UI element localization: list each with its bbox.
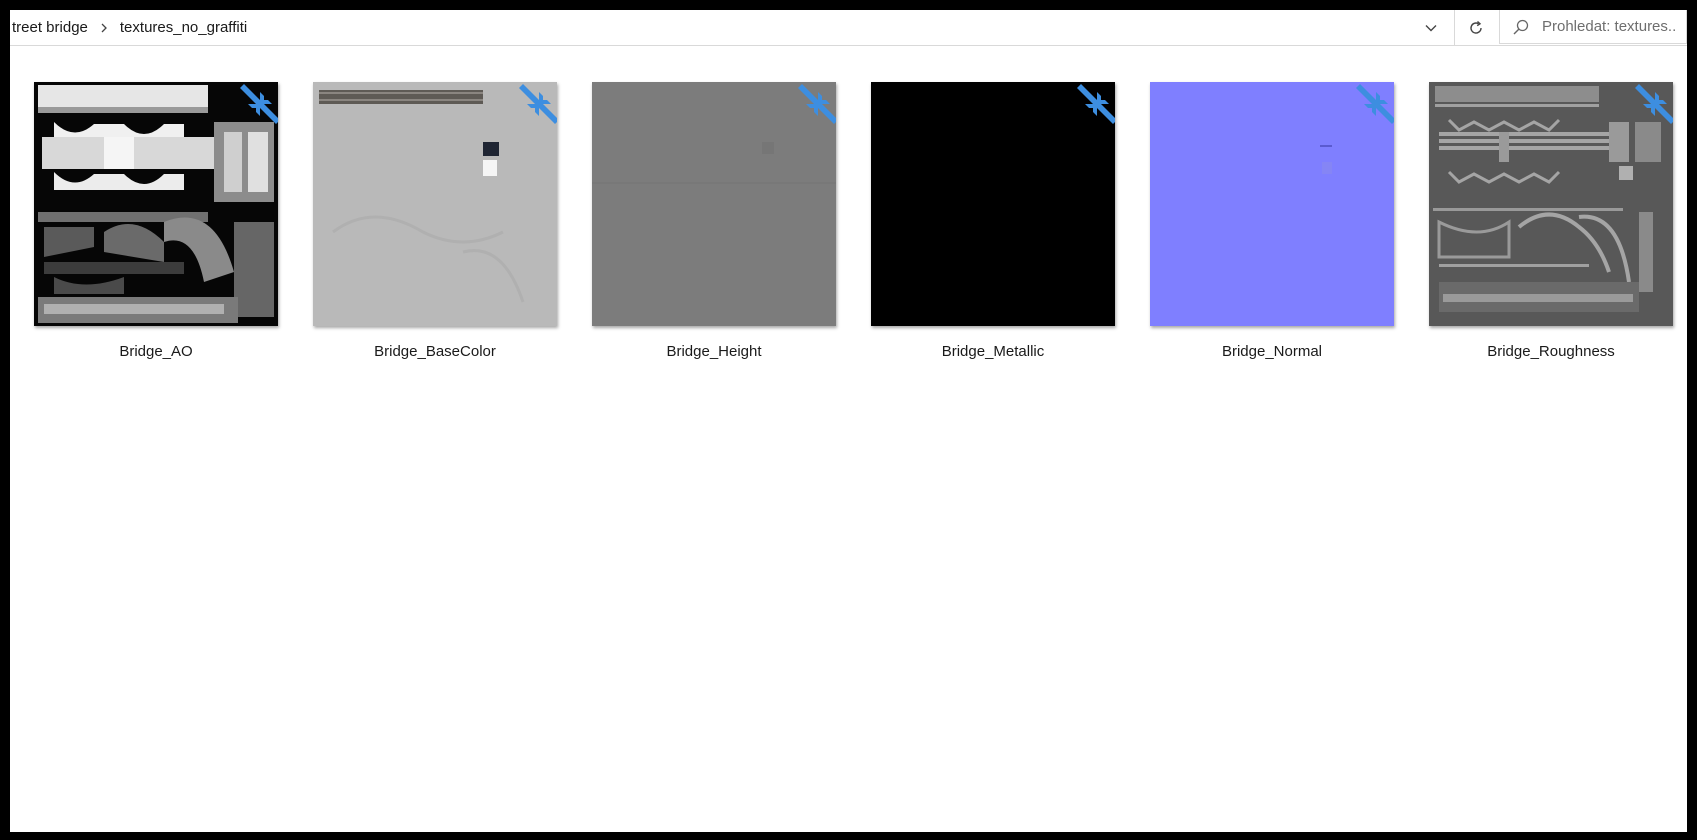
file-tile[interactable]: Bridge_Metallic	[847, 65, 1115, 360]
breadcrumb-item-street-bridge[interactable]: treet bridge	[10, 19, 90, 36]
file-name[interactable]: Bridge_Metallic	[847, 343, 1139, 360]
file-tile[interactable]: Bridge_AO	[10, 65, 278, 360]
file-name[interactable]: Bridge_BaseColor	[289, 343, 581, 360]
chevron-right-icon[interactable]	[90, 10, 118, 45]
refresh-button[interactable]	[1457, 10, 1495, 45]
thumbnail-metallic-map[interactable]	[871, 82, 1115, 326]
file-name[interactable]: Bridge_Normal	[1126, 343, 1418, 360]
file-tile[interactable]: Bridge_Height	[568, 65, 836, 360]
breadcrumb: treet bridge textures_no_graffiti	[10, 10, 249, 45]
compressed-arrows-icon	[1356, 84, 1394, 124]
compressed-arrows-icon	[1635, 84, 1673, 124]
search-input[interactable]	[1542, 18, 1677, 35]
file-grid: Bridge_AO Bridge_BaseColor Bridge_Height…	[10, 45, 1687, 832]
address-history-dropdown-button[interactable]	[1412, 10, 1450, 45]
file-tile[interactable]: Bridge_Normal	[1126, 65, 1394, 360]
compressed-arrows-icon	[798, 84, 836, 124]
breadcrumb-item-textures-no-graffiti[interactable]: textures_no_graffiti	[118, 19, 249, 36]
file-name[interactable]: Bridge_Roughness	[1405, 343, 1687, 360]
divider	[1454, 10, 1455, 45]
thumbnail-ao-map[interactable]	[34, 82, 278, 326]
thumbnail-basecolor-map[interactable]	[313, 82, 557, 326]
file-name[interactable]: Bridge_AO	[10, 343, 302, 360]
compressed-arrows-icon	[240, 84, 278, 124]
search-box[interactable]	[1499, 10, 1687, 44]
thumbnail-height-map[interactable]	[592, 82, 836, 326]
refresh-icon	[1470, 20, 1482, 34]
address-bar: treet bridge textures_no_graffiti	[10, 10, 1687, 46]
file-name[interactable]: Bridge_Height	[568, 343, 860, 360]
thumbnail-roughness-map[interactable]	[1429, 82, 1673, 326]
compressed-arrows-icon	[519, 84, 557, 124]
compressed-arrows-icon	[1077, 84, 1115, 124]
file-tile[interactable]: Bridge_BaseColor	[289, 65, 557, 360]
file-explorer-window: treet bridge textures_no_graffiti Prohle…	[10, 10, 1687, 832]
thumbnail-normal-map[interactable]	[1150, 82, 1394, 326]
search-icon	[1500, 18, 1542, 36]
file-tile[interactable]: Bridge_Roughness	[1405, 65, 1673, 360]
chevron-down-icon	[1425, 24, 1437, 31]
